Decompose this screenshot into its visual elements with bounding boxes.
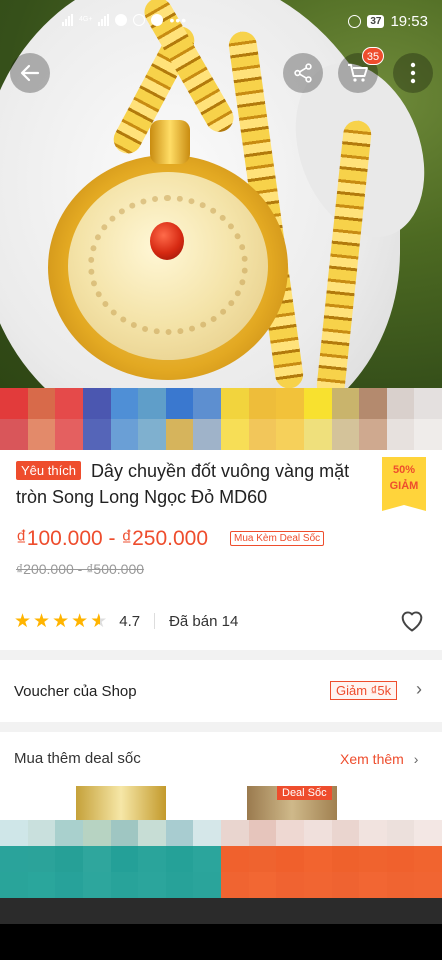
facebook-icon: [151, 14, 164, 26]
star-icon: ★: [14, 610, 32, 632]
divider: [0, 722, 442, 732]
see-more-link[interactable]: Xem thêm ›: [340, 751, 418, 767]
price-range: ₫100.000 - ₫250.000: [16, 527, 209, 550]
rating-stars: ★ ★ ★ ★ ★: [14, 610, 107, 633]
messenger-icon: [115, 14, 128, 26]
back-button[interactable]: [10, 53, 50, 93]
deal-item-image[interactable]: [76, 786, 166, 822]
rating-row[interactable]: ★ ★ ★ ★ ★ 4.7 Đã bán 14: [14, 607, 430, 635]
location-icon: [133, 14, 146, 26]
cart-icon: [348, 64, 368, 82]
favorite-button[interactable]: [398, 607, 426, 638]
deals-section-title: Mua thêm deal sốc: [14, 750, 141, 767]
discount-badge: 50% GIẢM: [382, 457, 426, 511]
status-bar: 4G+ ••• 37 19:53: [0, 0, 442, 46]
product-title: Yêu thích Dây chuyền đốt vuông vàng mặt t…: [16, 458, 376, 510]
deal-chip[interactable]: Mua Kèm Deal Sốc: [230, 531, 325, 546]
discount-percent: 50%: [392, 464, 416, 476]
signal-icon: [62, 14, 73, 26]
more-notifications-icon: •••: [169, 12, 188, 28]
star-icon: ★: [33, 610, 51, 632]
voucher-chip[interactable]: Giảm ₫5k: [330, 681, 398, 700]
share-icon: [294, 63, 312, 83]
shop-voucher-row[interactable]: Voucher của Shop Giảm ₫5k ›: [0, 666, 442, 716]
more-vertical-icon: [410, 62, 416, 84]
divider: [0, 650, 442, 660]
network-type: 4G+: [79, 16, 93, 23]
signal-icon-2: [98, 14, 110, 26]
cart-button[interactable]: 35: [338, 47, 384, 93]
clock: 19:53: [390, 13, 428, 30]
favorite-tag: Yêu thích: [16, 461, 81, 480]
chevron-right-icon: ›: [413, 751, 419, 767]
rating-value: 4.7: [119, 612, 141, 630]
system-navigation-bar: [0, 898, 442, 960]
blurred-area: [0, 820, 442, 898]
separator: [154, 613, 156, 629]
star-icon: ★: [71, 610, 89, 632]
product-detail-page: 4G+ ••• 37 19:53 35 Yêu thích Dây chuyền…: [0, 0, 442, 960]
star-half-icon: ★: [90, 610, 108, 632]
back-arrow-icon: [20, 64, 40, 82]
star-icon: ★: [52, 610, 70, 632]
discount-label: GIẢM: [389, 480, 419, 492]
alarm-icon: [348, 15, 362, 28]
image-thumbnail-strip[interactable]: [0, 388, 442, 450]
see-more-label: Xem thêm: [340, 751, 404, 767]
original-price: ₫200.000 - ₫500.000: [16, 561, 145, 577]
share-button[interactable]: [283, 53, 323, 93]
chevron-right-icon: ›: [416, 679, 422, 699]
deal-tag: Deal Sốc: [277, 786, 332, 800]
more-options-button[interactable]: [393, 53, 433, 93]
voucher-label: Voucher của Shop: [14, 682, 137, 700]
battery-icon: 37: [367, 15, 385, 28]
cart-count-badge: 35: [362, 47, 384, 65]
sold-count: Đã bán 14: [169, 612, 239, 630]
heart-icon: [401, 611, 423, 632]
